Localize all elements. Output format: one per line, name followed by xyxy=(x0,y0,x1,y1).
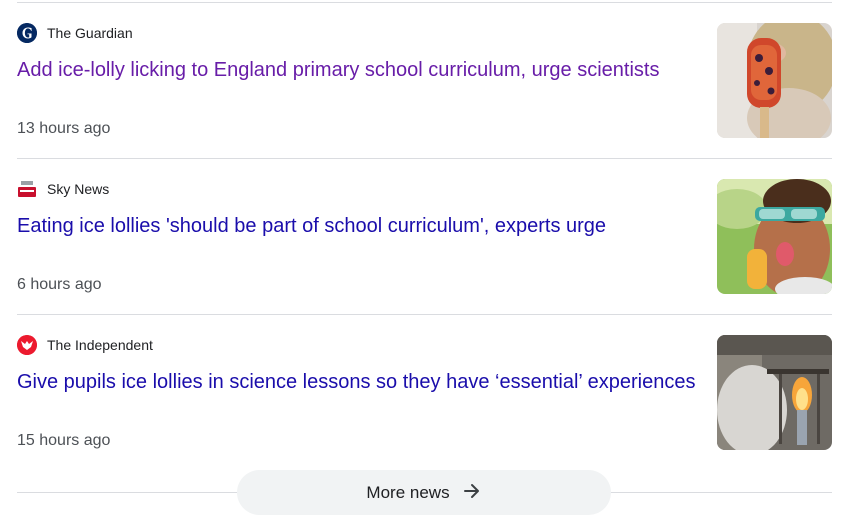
source-name: The Guardian xyxy=(47,25,133,41)
article-thumbnail[interactable] xyxy=(717,23,832,138)
news-article-card[interactable]: The Guardian Add ice-lolly licking to En… xyxy=(17,3,832,159)
news-article-card[interactable]: Sky News Eating ice lollies 'should be p… xyxy=(17,159,832,315)
arrow-right-icon xyxy=(462,481,482,504)
more-news-button[interactable]: More news xyxy=(237,470,611,515)
article-timestamp: 6 hours ago xyxy=(17,276,102,293)
news-article-card[interactable]: The Independent Give pupils ice lollies … xyxy=(17,315,832,471)
sky-news-logo-icon xyxy=(17,179,37,199)
source-name: The Independent xyxy=(47,337,153,353)
article-thumbnail[interactable] xyxy=(717,335,832,450)
article-source: Sky News xyxy=(17,179,109,199)
article-headline-link[interactable]: Give pupils ice lollies in science lesso… xyxy=(17,369,707,395)
source-name: Sky News xyxy=(47,181,110,197)
article-headline-link[interactable]: Add ice-lolly licking to England primary… xyxy=(17,57,707,83)
independent-eagle-logo-icon xyxy=(17,335,37,355)
article-source: The Guardian xyxy=(17,23,133,43)
article-headline-link[interactable]: Eating ice lollies 'should be part of sc… xyxy=(17,213,707,239)
article-source: The Independent xyxy=(17,335,153,355)
article-thumbnail[interactable] xyxy=(717,179,832,294)
guardian-logo-icon xyxy=(17,23,37,43)
article-timestamp: 15 hours ago xyxy=(17,432,111,449)
more-news-label: More news xyxy=(366,482,450,502)
article-timestamp: 13 hours ago xyxy=(17,120,111,137)
